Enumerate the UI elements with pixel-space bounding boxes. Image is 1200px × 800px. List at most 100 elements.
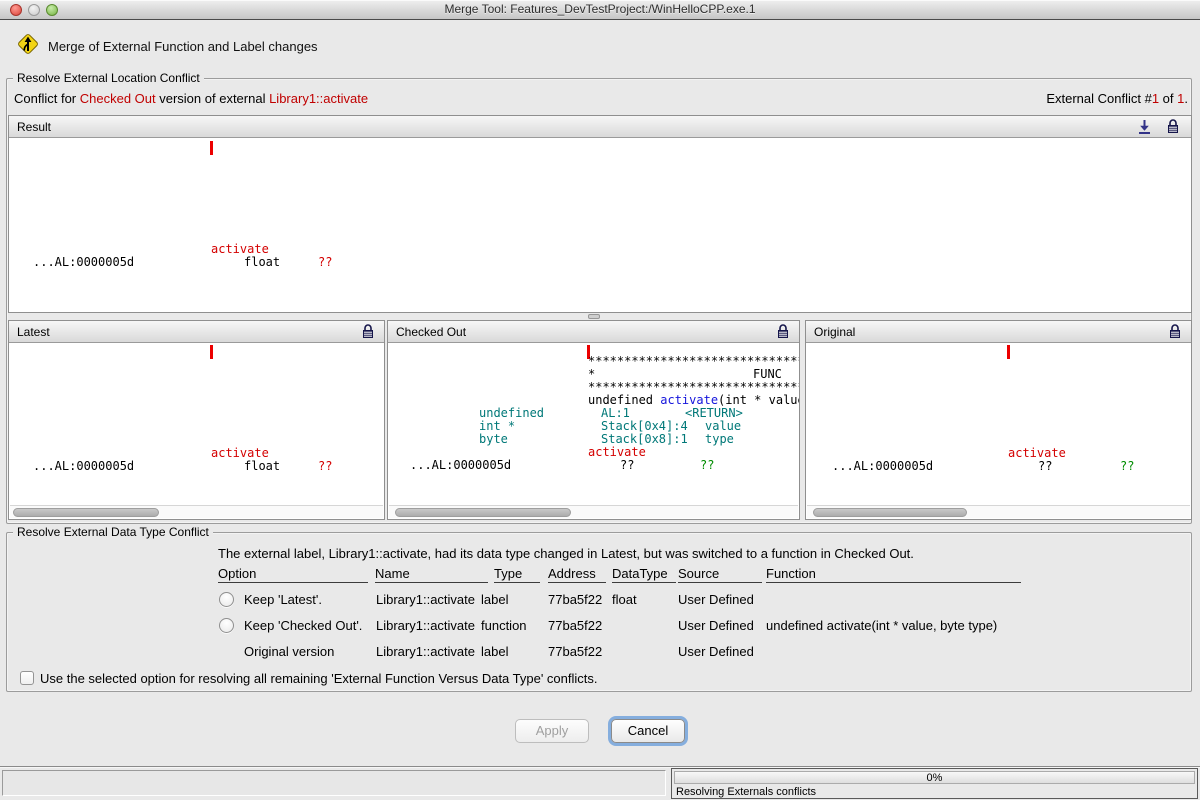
listing-value: ?? bbox=[318, 460, 332, 473]
column-header-source: Source bbox=[678, 566, 762, 583]
cell-type: label bbox=[481, 591, 508, 609]
listing-address: ...AL:0000005d bbox=[33, 256, 134, 269]
listing-label: activate bbox=[588, 446, 646, 459]
column-header-datatype: DataType bbox=[612, 566, 676, 583]
cell-address: 77ba5f22 bbox=[548, 617, 602, 635]
listing-datatype: float bbox=[244, 460, 280, 473]
cell-name: Library1::activate bbox=[376, 591, 475, 609]
listing-cursor bbox=[1007, 345, 1010, 359]
cell-datatype: float bbox=[612, 591, 637, 609]
latest-panel-title: Latest bbox=[17, 321, 50, 343]
option-label: Original version bbox=[244, 643, 334, 661]
cell-name: Library1::activate bbox=[376, 643, 475, 661]
option-label: Keep 'Latest'. bbox=[244, 591, 322, 609]
cell-name: Library1::activate bbox=[376, 617, 475, 635]
keep-latest-radio[interactable] bbox=[219, 592, 234, 607]
lock-icon[interactable] bbox=[1169, 324, 1181, 339]
original-panel-header: Original bbox=[806, 321, 1191, 343]
conflict-version: Checked Out bbox=[80, 91, 156, 106]
progress-bar: 0% bbox=[674, 771, 1195, 784]
cell-address: 77ba5f22 bbox=[548, 591, 602, 609]
latest-listing[interactable]: activate ...AL:0000005d float ?? bbox=[9, 343, 384, 519]
listing-datatype: ?? bbox=[1038, 460, 1052, 473]
latest-panel: Latest activate ...AL:0000005d float ?? bbox=[8, 320, 385, 520]
var-name: type bbox=[705, 433, 734, 446]
signature-params: (int * value, byte type) bbox=[718, 393, 799, 407]
datatype-conflict-group-title: Resolve External Data Type Conflict bbox=[13, 525, 213, 539]
lock-icon[interactable] bbox=[1167, 119, 1179, 134]
latest-panel-header: Latest bbox=[9, 321, 384, 343]
status-message-area bbox=[2, 770, 666, 796]
column-header-option: Option bbox=[218, 566, 368, 583]
cell-address: 77ba5f22 bbox=[548, 643, 602, 661]
cancel-button[interactable]: Cancel bbox=[611, 719, 685, 743]
result-panel-header: Result bbox=[9, 116, 1191, 138]
column-header-name: Name bbox=[375, 566, 488, 583]
column-header-address: Address bbox=[548, 566, 606, 583]
h-scrollbar-thumb[interactable] bbox=[395, 508, 571, 517]
counter-end: . bbox=[1184, 91, 1188, 106]
column-header-type: Type bbox=[494, 566, 540, 583]
listing-address: ...AL:0000005d bbox=[33, 460, 134, 473]
h-scrollbar[interactable] bbox=[389, 505, 798, 518]
down-arrow-icon[interactable] bbox=[1138, 120, 1151, 134]
checked-out-panel-header: Checked Out bbox=[388, 321, 799, 343]
signature-function-name: activate bbox=[660, 393, 718, 407]
listing-value: ?? bbox=[700, 459, 714, 472]
lock-icon[interactable] bbox=[362, 324, 374, 339]
location-conflict-group-title: Resolve External Location Conflict bbox=[13, 71, 204, 85]
datatype-conflict-description: The external label, Library1::activate, … bbox=[218, 546, 914, 561]
use-for-all-label: Use the selected option for resolving al… bbox=[40, 670, 598, 688]
listing-value: ?? bbox=[1120, 460, 1134, 473]
listing-label: activate bbox=[1008, 447, 1066, 460]
lock-icon[interactable] bbox=[777, 324, 789, 339]
use-for-all-checkbox[interactable] bbox=[20, 671, 34, 685]
apply-button[interactable]: Apply bbox=[515, 719, 589, 743]
cell-source: User Defined bbox=[678, 591, 754, 609]
listing-address: ...AL:0000005d bbox=[832, 460, 933, 473]
merge-sign-icon bbox=[16, 32, 40, 56]
checked-out-listing[interactable]: ****************************************… bbox=[388, 343, 799, 519]
original-panel: Original activate ...AL:0000005d ?? ?? bbox=[805, 320, 1192, 520]
listing-cursor bbox=[210, 141, 213, 155]
result-panel-title: Result bbox=[17, 116, 51, 138]
column-header-function: Function bbox=[766, 566, 1021, 583]
original-panel-title: Original bbox=[814, 321, 855, 343]
cell-type: function bbox=[481, 617, 527, 635]
listing-cursor bbox=[210, 345, 213, 359]
cell-source: User Defined bbox=[678, 643, 754, 661]
counter-current: 1 bbox=[1152, 91, 1159, 106]
listing-value: ?? bbox=[318, 256, 332, 269]
option-label: Keep 'Checked Out'. bbox=[244, 617, 362, 635]
h-scrollbar[interactable] bbox=[10, 505, 383, 518]
listing-address: ...AL:0000005d bbox=[410, 459, 511, 472]
checked-out-panel: Checked Out ****************************… bbox=[387, 320, 800, 520]
h-scrollbar-thumb[interactable] bbox=[13, 508, 159, 517]
result-listing[interactable]: activate ...AL:0000005d float ?? bbox=[9, 138, 1191, 312]
progress-message: Resolving Externals conflicts bbox=[676, 786, 816, 798]
signature-return-type: undefined bbox=[588, 393, 660, 407]
conflict-description: Conflict for Checked Out version of exte… bbox=[14, 91, 368, 106]
splitter-grip[interactable] bbox=[588, 314, 600, 319]
cell-function: undefined activate(int * value, byte typ… bbox=[766, 617, 997, 635]
result-panel: Result activate ...AL:0000005d float ?? bbox=[8, 115, 1192, 313]
original-listing[interactable]: activate ...AL:0000005d ?? ?? bbox=[806, 343, 1191, 519]
h-scrollbar-thumb[interactable] bbox=[813, 508, 967, 517]
merge-phase-title: Merge of External Function and Label cha… bbox=[48, 39, 318, 54]
conflict-counter: External Conflict #1 of 1. bbox=[1046, 91, 1188, 106]
conflict-middle: version of external bbox=[156, 91, 269, 106]
counter-of: of bbox=[1159, 91, 1177, 106]
counter-prefix: External Conflict # bbox=[1046, 91, 1152, 106]
keep-checked-out-radio[interactable] bbox=[219, 618, 234, 633]
conflict-external-name: Library1::activate bbox=[269, 91, 368, 106]
cell-type: label bbox=[481, 643, 508, 661]
conflict-prefix: Conflict for bbox=[14, 91, 80, 106]
cell-source: User Defined bbox=[678, 617, 754, 635]
listing-datatype: ?? bbox=[620, 459, 634, 472]
listing-datatype: float bbox=[244, 256, 280, 269]
progress-panel: 0% Resolving Externals conflicts bbox=[671, 768, 1198, 799]
window-title: Merge Tool: Features_DevTestProject:/Win… bbox=[0, 2, 1200, 16]
titlebar: Merge Tool: Features_DevTestProject:/Win… bbox=[0, 0, 1200, 20]
h-scrollbar[interactable] bbox=[807, 505, 1190, 518]
checked-out-panel-title: Checked Out bbox=[396, 321, 466, 343]
